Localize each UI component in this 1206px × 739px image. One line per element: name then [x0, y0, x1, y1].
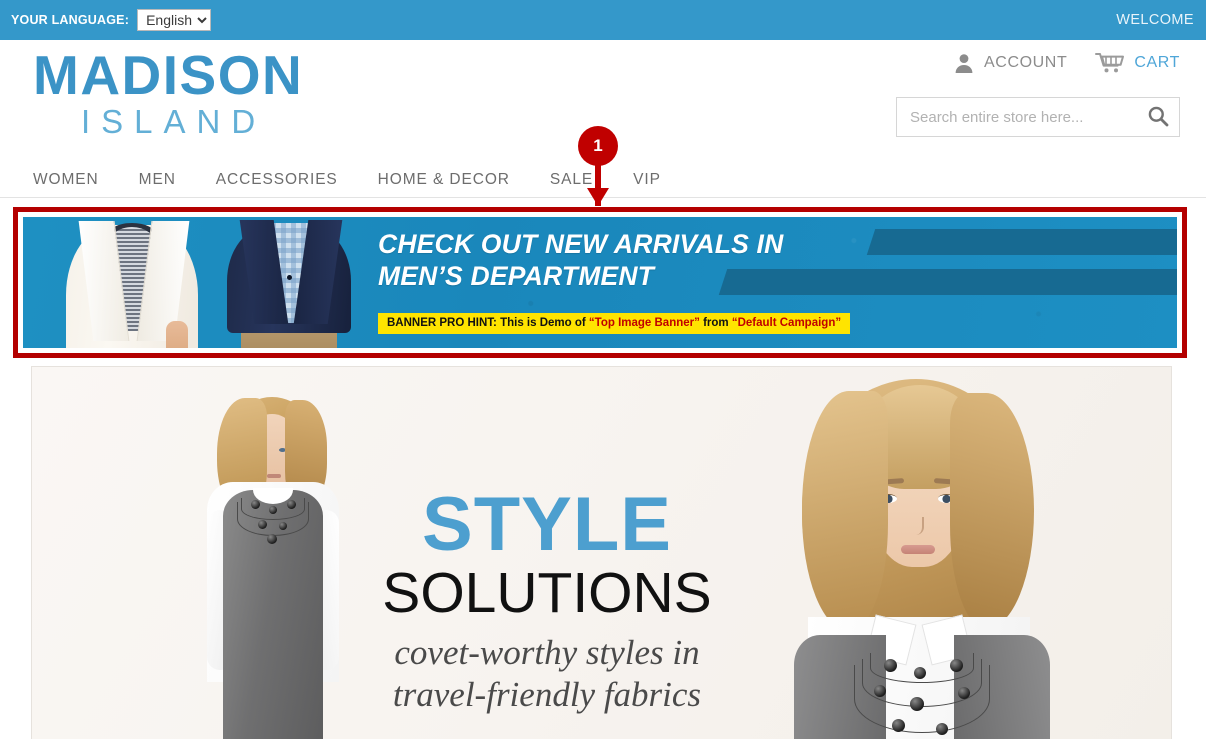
- hero-tagline-line-2: travel-friendly fabrics: [392, 675, 702, 715]
- main-navigation: WOMEN MEN ACCESSORIES HOME & DECOR SALE …: [0, 162, 1206, 198]
- logo-primary-text: MADISON: [33, 44, 304, 106]
- language-selector-group: YOUR LANGUAGE: English: [0, 9, 212, 31]
- banner-models-image: [23, 217, 353, 348]
- nav-item-men[interactable]: MEN: [139, 171, 176, 189]
- cart-link[interactable]: CART: [1095, 51, 1180, 75]
- nav-item-sale[interactable]: SALE: [550, 171, 593, 189]
- shopping-cart-icon: [1095, 51, 1125, 75]
- welcome-message: WELCOME: [1116, 12, 1194, 28]
- account-label: ACCOUNT: [984, 54, 1068, 71]
- nav-item-women[interactable]: WOMEN: [33, 171, 99, 189]
- language-label: YOUR LANGUAGE:: [11, 13, 130, 27]
- hero-model-right: [774, 367, 1064, 739]
- banner-stripe-bottom: [718, 269, 1177, 295]
- search-box[interactable]: [896, 97, 1180, 137]
- banner-headline: CHECK OUT NEW ARRIVALS IN MEN’S DEPARTME…: [378, 229, 784, 292]
- hero-copy: STYLE SOLUTIONS covet-worthy styles in t…: [347, 482, 747, 717]
- search-icon: [1147, 105, 1169, 130]
- language-select[interactable]: English: [137, 9, 212, 31]
- banner-hint-highlight-1: “Top Image Banner”: [588, 317, 700, 329]
- banner-hint-prefix: BANNER PRO HINT: This is Demo of: [387, 317, 589, 329]
- nav-item-accessories[interactable]: ACCESSORIES: [216, 171, 338, 189]
- cart-label: CART: [1134, 54, 1180, 71]
- logo-secondary-text: ISLAND: [81, 103, 267, 140]
- site-logo[interactable]: MADISON ISLAND: [33, 44, 304, 140]
- search-input[interactable]: [897, 98, 1137, 136]
- banner-hint: BANNER PRO HINT: This is Demo of “Top Im…: [378, 313, 851, 334]
- hero-title-secondary: SOLUTIONS: [382, 560, 712, 625]
- search-button[interactable]: [1137, 98, 1179, 136]
- banner-hint-highlight-2: “Default Campaign”: [731, 317, 842, 329]
- hero-slide[interactable]: STYLE SOLUTIONS covet-worthy styles in t…: [31, 366, 1172, 739]
- banner-hint-middle: from: [699, 317, 732, 329]
- top-image-banner-highlight: CHECK OUT NEW ARRIVALS IN MEN’S DEPARTME…: [13, 207, 1187, 358]
- nav-item-home-decor[interactable]: HOME & DECOR: [378, 171, 510, 189]
- banner-model-navy-blazer: [223, 217, 355, 348]
- hero-title-primary: STYLE: [422, 482, 672, 567]
- user-icon: [953, 52, 975, 74]
- nav-item-vip[interactable]: VIP: [633, 171, 661, 189]
- language-bar: YOUR LANGUAGE: English WELCOME: [0, 0, 1206, 40]
- hero-tagline-line-1: covet-worthy styles in: [394, 632, 700, 672]
- account-link[interactable]: ACCOUNT: [953, 52, 1067, 74]
- top-image-banner[interactable]: CHECK OUT NEW ARRIVALS IN MEN’S DEPARTME…: [23, 217, 1177, 348]
- banner-stripe-top: [866, 229, 1177, 255]
- header-links: ACCOUNT CART: [953, 51, 1180, 75]
- banner-model-white-blazer: [60, 217, 205, 348]
